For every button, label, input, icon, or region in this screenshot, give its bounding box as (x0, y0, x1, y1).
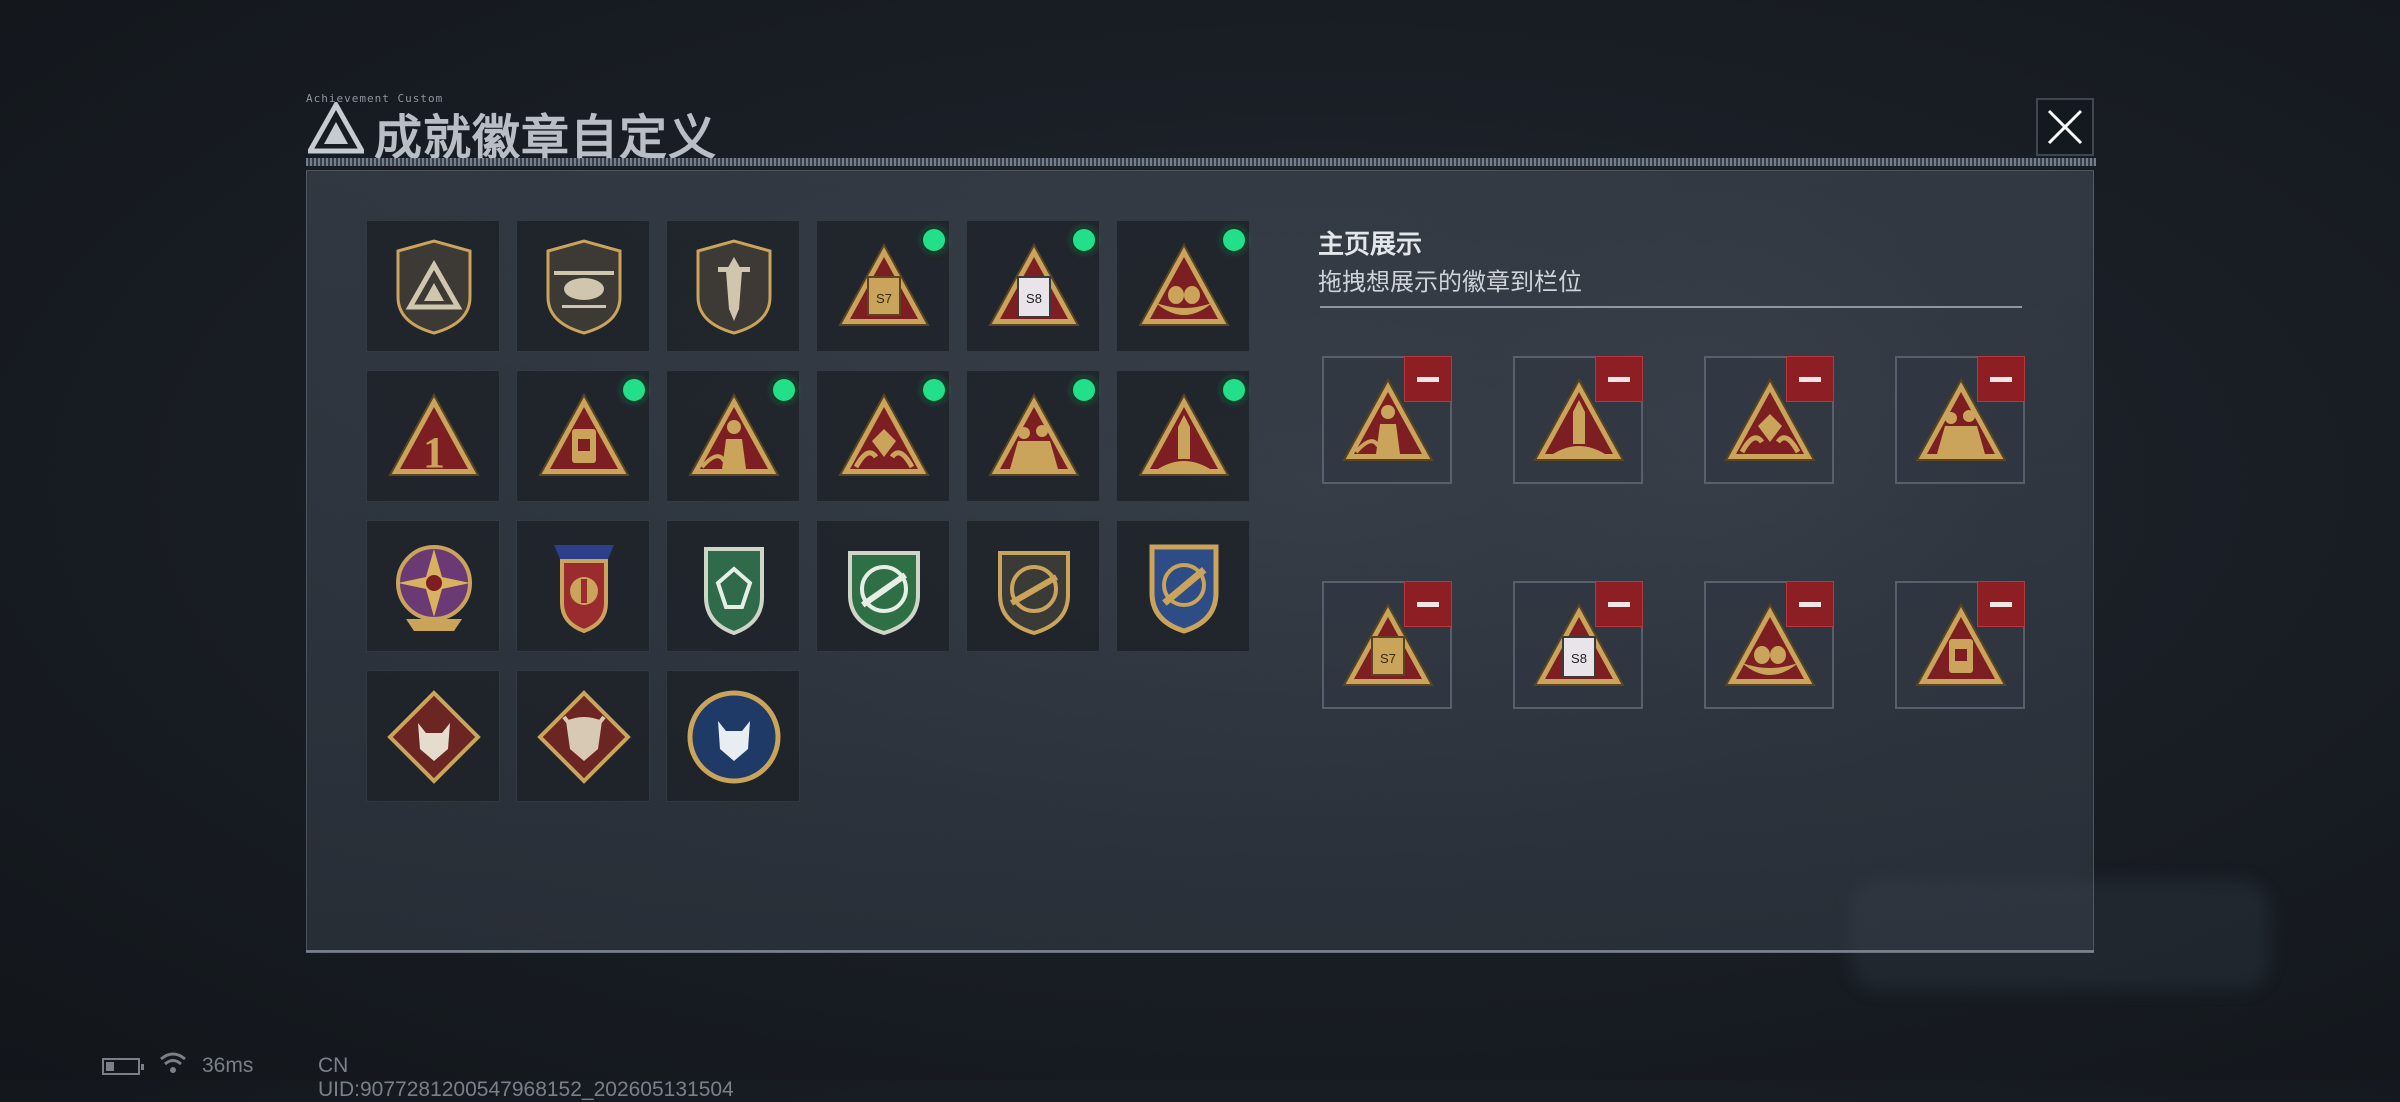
soldier-triangle-badge-icon (688, 392, 780, 476)
svg-text:S7: S7 (1380, 651, 1396, 666)
wolf-diamond-badge-icon (387, 690, 481, 784)
badge-cell[interactable] (816, 370, 950, 502)
showcase-subheading: 拖拽想展示的徽章到栏位 (1318, 269, 1582, 296)
remove-button[interactable] (1404, 356, 1452, 402)
badge-cell[interactable]: 1 (366, 370, 500, 502)
remove-button[interactable] (1595, 356, 1643, 402)
showcase-slot[interactable] (1704, 581, 1834, 709)
remove-button[interactable] (1786, 581, 1834, 627)
svg-text:S7: S7 (876, 291, 892, 306)
badge-cell[interactable] (1116, 370, 1250, 502)
canister-triangle-badge-icon (538, 392, 630, 476)
winged-shield-medal-icon (554, 545, 614, 634)
green-rifle-crest-icon (848, 551, 920, 636)
showcase-slot[interactable]: S7 (1322, 581, 1452, 709)
remove-button[interactable] (1977, 581, 2025, 627)
delta-shield-badge-icon (396, 239, 472, 335)
svg-text:S8: S8 (1571, 651, 1587, 666)
badge-cell[interactable] (366, 670, 500, 802)
showcase-divider (1320, 306, 2022, 308)
badge-cell[interactable] (516, 370, 650, 502)
badge-cell[interactable] (1116, 520, 1250, 652)
remove-button[interactable] (1786, 356, 1834, 402)
badge-cell[interactable] (1116, 220, 1250, 352)
title-divider (306, 158, 2096, 166)
badge-cell[interactable] (666, 370, 800, 502)
showcase-slot[interactable] (1895, 581, 2025, 709)
badge-cell[interactable] (816, 520, 950, 652)
badge-cell[interactable] (366, 220, 500, 352)
badge-cell[interactable] (666, 670, 800, 802)
uid-text: CN UID:9077281200547968152_202605131504 (318, 1054, 734, 1101)
helicopter-shield-badge-icon (546, 239, 622, 335)
showcase-heading: 主页展示 (1318, 229, 1423, 259)
wifi-icon (160, 1052, 186, 1073)
s8-crate-triangle-badge-icon: S8 (988, 242, 1080, 326)
remove-button[interactable] (1404, 581, 1452, 627)
badge-cell[interactable] (516, 670, 650, 802)
blue-missile-crest-icon (1149, 544, 1219, 634)
squad-triangle-badge-icon (988, 392, 1080, 476)
panel-bottom-edge (306, 950, 2094, 953)
showcase-slot[interactable] (1704, 356, 1834, 484)
showcase-slot[interactable] (1895, 356, 2025, 484)
badge-cell[interactable] (666, 220, 800, 352)
badge-cell[interactable] (366, 520, 500, 652)
badge-cell[interactable] (666, 520, 800, 652)
delta-logo-icon (308, 102, 364, 154)
showcase-slot[interactable] (1322, 356, 1452, 484)
svg-text:1: 1 (423, 428, 445, 477)
eggs-triangle-badge-icon (1138, 242, 1230, 326)
battery-icon (102, 1058, 144, 1075)
close-button[interactable] (2036, 98, 2094, 156)
badge-cell[interactable] (966, 520, 1100, 652)
remove-button[interactable] (1977, 356, 2025, 402)
new-indicator-dot (623, 379, 645, 401)
badge-cell[interactable]: S7 (816, 220, 950, 352)
new-indicator-dot (1223, 379, 1245, 401)
compass-star-medal-icon (396, 545, 472, 631)
title-bar: Achievement Custom 成就徽章自定义 (296, 92, 2100, 166)
svg-text:S8: S8 (1026, 291, 1042, 306)
gem-hands-triangle-badge-icon (838, 392, 930, 476)
rifle-round-shield-icon (998, 551, 1070, 636)
number-one-triangle-badge-icon: 1 (388, 392, 480, 477)
remove-button[interactable] (1595, 581, 1643, 627)
new-indicator-dot (923, 229, 945, 251)
new-indicator-dot (773, 379, 795, 401)
close-icon (2047, 109, 2083, 145)
green-gem-shield-medal-icon (704, 547, 764, 636)
showcase-slot[interactable]: S8 (1513, 581, 1643, 709)
badge-cell[interactable] (966, 370, 1100, 502)
showcase-slot[interactable] (1513, 356, 1643, 484)
badge-cell[interactable] (516, 520, 650, 652)
new-indicator-dot (1223, 229, 1245, 251)
badge-cell[interactable] (516, 220, 650, 352)
s7-crate-triangle-badge-icon: S7 (838, 242, 930, 326)
rocket-triangle-badge-icon (1138, 392, 1230, 476)
dragon-diamond-badge-icon (537, 690, 631, 784)
new-indicator-dot (923, 379, 945, 401)
badge-cell[interactable]: S8 (966, 220, 1100, 352)
wolf-round-badge-icon (687, 690, 781, 784)
ping-text: 36ms (202, 1054, 254, 1077)
new-indicator-dot (1073, 379, 1095, 401)
dagger-shield-badge-icon (696, 239, 772, 335)
new-indicator-dot (1073, 229, 1095, 251)
